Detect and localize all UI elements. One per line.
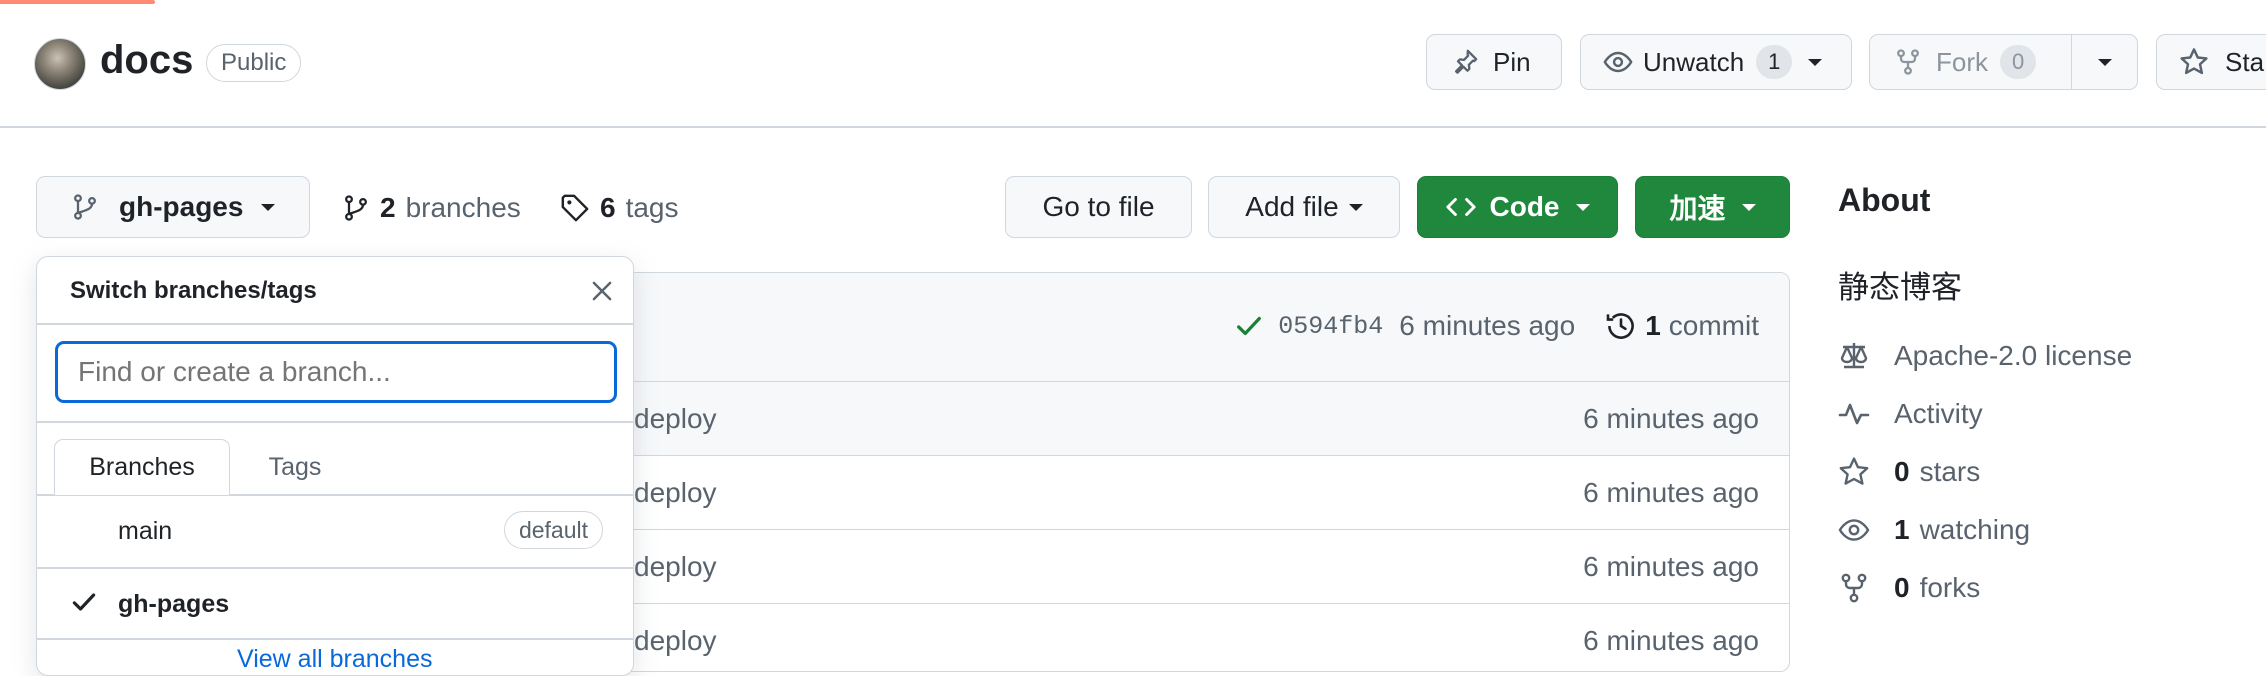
commits-count[interactable]: 1: [1645, 310, 1661, 342]
latest-commit-info: 0594fb4 6 minutes ago 1 commit: [1234, 303, 1759, 349]
code-button[interactable]: Code: [1417, 176, 1618, 238]
watching-link[interactable]: 1 watching: [1838, 514, 2030, 546]
commit-hash[interactable]: 0594fb4: [1278, 312, 1383, 341]
pin-label: Pin: [1493, 46, 1531, 77]
accelerate-label: 加速: [1669, 193, 1726, 224]
law-icon: [1838, 340, 1872, 372]
check-icon: [1234, 311, 1264, 341]
star-icon: [1838, 456, 1872, 488]
page-load-progress: [0, 0, 155, 4]
dropdown-title: Switch branches/tags: [70, 277, 317, 304]
tags-link[interactable]: 6 tags: [560, 186, 679, 230]
branch-item-name: gh-pages: [118, 590, 230, 618]
chevron-down-icon: [1808, 58, 1823, 66]
branches-label: branches: [405, 192, 521, 223]
tab-branches-label: Branches: [89, 453, 195, 481]
fork-label: Fork: [1936, 46, 1988, 77]
file-commit-time: 6 minutes ago: [1583, 476, 1759, 508]
go-to-file-label: Go to file: [1042, 191, 1155, 222]
tags-count: 6: [600, 192, 616, 223]
about-heading: About: [1838, 182, 1931, 218]
file-commit-message[interactable]: deploy: [634, 403, 717, 435]
pin-button[interactable]: Pin: [1426, 34, 1562, 90]
star-label: Sta: [2225, 46, 2265, 77]
code-label: Code: [1489, 191, 1560, 222]
code-icon: [1445, 192, 1476, 222]
history-icon: [1605, 310, 1637, 342]
file-commit-message[interactable]: deploy: [634, 551, 717, 583]
fork-count: 0: [2000, 45, 2037, 79]
tab-branches[interactable]: Branches: [54, 439, 230, 495]
accelerate-button[interactable]: 加速: [1635, 176, 1790, 238]
view-all-branches-link[interactable]: View all branches: [237, 645, 432, 674]
tab-tags[interactable]: Tags: [230, 439, 360, 495]
fork-icon: [1838, 572, 1872, 604]
current-branch-name: gh-pages: [119, 191, 244, 222]
header-divider: [0, 126, 2266, 128]
stars-count: 0: [1894, 456, 1910, 487]
chevron-down-icon: [1348, 203, 1363, 211]
license-link[interactable]: Apache-2.0 license: [1838, 340, 2132, 372]
file-commit-time: 6 minutes ago: [1583, 402, 1759, 434]
check-icon: [70, 588, 98, 616]
file-commit-message[interactable]: deploy: [634, 477, 717, 509]
pulse-icon: [1838, 398, 1872, 430]
star-icon: [2179, 47, 2209, 77]
add-file-label: Add file: [1245, 191, 1339, 222]
commits-label[interactable]: commit: [1669, 310, 1759, 342]
file-commit-message[interactable]: deploy: [634, 625, 717, 657]
branch-list-divider: [37, 638, 633, 640]
tag-icon: [560, 193, 590, 223]
fork-dropdown-button[interactable]: [2071, 34, 2138, 90]
commit-time: 6 minutes ago: [1399, 310, 1576, 341]
activity-label: Activity: [1894, 398, 1983, 429]
default-badge: default: [503, 511, 603, 549]
go-to-file-button[interactable]: Go to file: [1005, 176, 1192, 238]
activity-link[interactable]: Activity: [1838, 398, 1983, 430]
repo-description: 静态博客: [1838, 270, 1962, 305]
add-file-button[interactable]: Add file: [1208, 176, 1400, 238]
tags-label: tags: [625, 192, 679, 223]
unwatch-button[interactable]: Unwatch 1: [1580, 34, 1852, 90]
eye-icon: [1838, 514, 1872, 546]
chevron-down-icon: [1575, 203, 1590, 211]
owner-avatar[interactable]: [34, 38, 86, 90]
branch-search-input[interactable]: [55, 341, 617, 403]
forks-label: forks: [1919, 572, 1981, 603]
watching-count: 1: [1894, 514, 1910, 545]
eye-icon: [1603, 47, 1633, 77]
visibility-badge: Public: [206, 44, 302, 82]
forks-link[interactable]: 0 forks: [1838, 572, 1980, 604]
file-commit-time: 6 minutes ago: [1583, 624, 1759, 656]
chevron-down-icon: [2097, 58, 2112, 66]
branch-item-name: main: [118, 517, 173, 545]
fork-icon: [1894, 48, 1922, 76]
close-icon[interactable]: [589, 278, 615, 304]
git-branch-icon: [342, 194, 370, 222]
license-label: Apache-2.0 license: [1894, 340, 2133, 371]
watching-label: watching: [1919, 514, 2031, 545]
stars-label: stars: [1919, 456, 1981, 487]
fork-button[interactable]: Fork 0: [1869, 34, 2073, 90]
git-branch-icon: [71, 193, 99, 221]
branch-selector-button[interactable]: gh-pages: [36, 176, 310, 238]
chevron-down-icon: [261, 203, 276, 211]
tab-tags-label: Tags: [268, 452, 322, 481]
star-button[interactable]: Sta: [2156, 34, 2266, 90]
chevron-down-icon: [1741, 203, 1756, 211]
branches-count: 2: [380, 192, 396, 223]
dropdown-header-divider: [37, 323, 633, 325]
pin-icon: [1451, 48, 1479, 76]
dropdown-search-divider: [37, 421, 633, 423]
watchers-count: 1: [1756, 45, 1793, 79]
branch-switcher-dropdown: Switch branches/tags Branches Tags main …: [36, 256, 634, 676]
unwatch-label: Unwatch: [1643, 46, 1745, 77]
branches-link[interactable]: 2 branches: [342, 186, 521, 230]
stars-link[interactable]: 0 stars: [1838, 456, 1980, 488]
forks-count: 0: [1894, 572, 1910, 603]
repo-name[interactable]: docs: [100, 38, 193, 83]
file-commit-time: 6 minutes ago: [1583, 550, 1759, 582]
branch-item[interactable]: gh-pages: [37, 568, 633, 638]
branch-item[interactable]: main default: [37, 495, 633, 567]
